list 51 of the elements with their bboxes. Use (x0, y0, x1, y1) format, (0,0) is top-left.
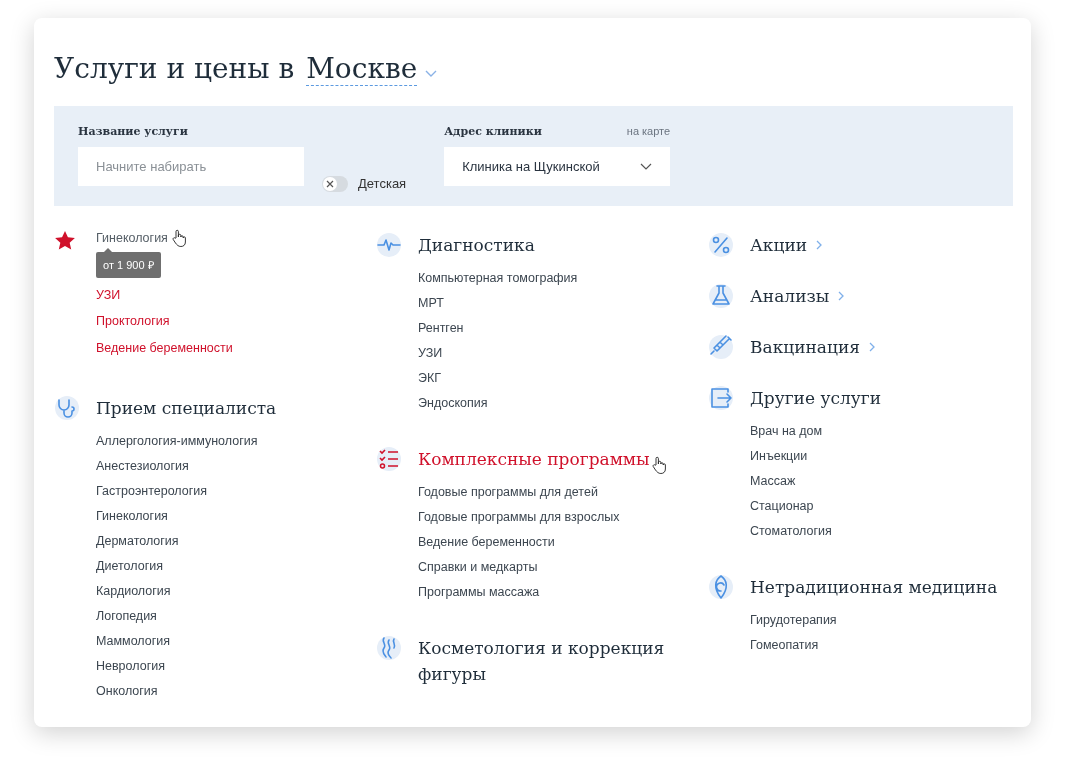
category-heading[interactable]: Прием специалиста (96, 395, 277, 421)
service-link[interactable]: Годовые программы для детей (418, 480, 598, 505)
service-link[interactable]: Программы массажа (418, 580, 540, 605)
price-tooltip: от 1 900 ₽ (96, 251, 161, 278)
service-link[interactable]: Онкология (96, 679, 158, 704)
service-link[interactable]: Гирудотерапия (750, 608, 837, 633)
category-link[interactable]: Анализы (750, 283, 830, 309)
city-selector[interactable]: Москве (306, 52, 418, 86)
service-link[interactable]: УЗИ (418, 341, 443, 366)
field-label: Название услуги (78, 125, 189, 138)
service-link[interactable]: Справки и медкарты (418, 555, 538, 580)
category-heading[interactable]: Диагностика (418, 232, 535, 258)
service-link[interactable]: ЭКГ (418, 366, 442, 391)
toggle-label: Детская (358, 176, 407, 191)
field-label: Адрес клиники (444, 125, 542, 138)
service-link[interactable]: МРТ (418, 291, 444, 316)
service-link[interactable]: Стоматология (750, 519, 832, 544)
favorite-service-link[interactable]: Проктология (96, 308, 170, 335)
service-link[interactable]: Гинекология (96, 504, 168, 529)
favorite-service-link[interactable]: УЗИ (96, 281, 121, 308)
category-heading[interactable]: Косметология и коррекция фигуры (418, 635, 668, 687)
service-link[interactable]: Годовые программы для взрослых (418, 505, 620, 530)
service-link[interactable]: Гомеопатия (750, 633, 819, 658)
category-heading[interactable]: Нетрадиционная медицина (750, 574, 998, 600)
service-link[interactable]: Гастроэнтерология (96, 479, 208, 504)
service-link[interactable]: Ведение беременности (418, 530, 555, 555)
service-link[interactable]: Инъекции (750, 444, 808, 469)
service-link[interactable]: Рентген (418, 316, 464, 341)
favorite-service-link[interactable]: Гинекология (96, 225, 168, 252)
service-link[interactable]: Логопедия (96, 604, 157, 629)
service-link[interactable]: Кардиология (96, 579, 171, 604)
service-link[interactable]: Дерматология (96, 529, 179, 554)
map-link[interactable]: на карте (626, 125, 671, 137)
service-link[interactable]: Эндоскопия (418, 391, 488, 416)
service-search-field[interactable]: Начните набирать (78, 147, 304, 186)
favorite-service-link[interactable]: Ведение беременности (96, 334, 233, 361)
service-link[interactable]: Аллергология-иммунология (96, 429, 258, 454)
service-link[interactable]: Диетология (96, 554, 163, 579)
service-link[interactable]: Компьютерная томография (418, 266, 578, 291)
clinic-select[interactable]: Клиника на Щукинской (444, 147, 671, 186)
category-heading[interactable]: Другие услуги (750, 385, 881, 411)
page-title: Услуги и цены в (54, 52, 295, 85)
service-link[interactable]: Стационар (750, 494, 814, 519)
category-link[interactable]: Акции (750, 232, 808, 258)
service-link[interactable]: Анестезиология (96, 454, 189, 479)
category-link[interactable]: Вакцинация (750, 334, 860, 360)
service-link[interactable]: Маммология (96, 629, 171, 654)
service-link[interactable]: Неврология (96, 654, 165, 679)
service-link[interactable]: Массаж (750, 469, 796, 494)
category-heading[interactable]: Комплексные программы (418, 446, 650, 472)
service-link[interactable]: Врач на дом (750, 419, 823, 444)
